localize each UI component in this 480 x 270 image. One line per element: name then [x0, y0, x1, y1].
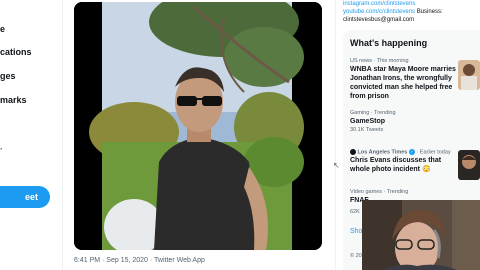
- trend-title: Chris Evans discusses that whole photo i…: [350, 157, 442, 174]
- trend-item[interactable]: Gaming · Trending GameStop 30.1K Tweets: [350, 110, 460, 134]
- webcam-overlay: [362, 200, 480, 270]
- news-source-logo-icon: [350, 149, 356, 155]
- trend-item[interactable]: Los Angeles Times ✓ · Earlier today Chri…: [350, 149, 460, 174]
- left-nav: e cations ges marks · eet: [0, 0, 62, 270]
- tweet-video[interactable]: [74, 2, 322, 250]
- profile-bio: instagram.com/clintstevens youtube.com/c…: [343, 0, 480, 24]
- trend-item[interactable]: US news · This morning WNBA star Maya Mo…: [350, 58, 460, 101]
- news-time: · Earlier today: [414, 149, 451, 156]
- trend-title: WNBA star Maya Moore marries Jonathan Ir…: [350, 66, 456, 100]
- trend-meta: Gaming · Trending: [350, 110, 396, 116]
- mouse-cursor-icon: ↖: [333, 161, 340, 170]
- whats-happening-header: What's happening: [350, 38, 428, 48]
- video-frame-image: [74, 2, 322, 250]
- trend-meta: US news · This morning: [350, 58, 409, 64]
- bio-email: clintstevesbus@gmail.com: [343, 17, 415, 23]
- trend-meta: Video games · Trending: [350, 189, 409, 195]
- nav-item-more-icon[interactable]: ·: [0, 144, 3, 154]
- nav-item-notifications[interactable]: cations: [0, 47, 32, 57]
- trend-thumbnail: [458, 150, 480, 180]
- nav-item-bookmarks[interactable]: marks: [0, 95, 27, 105]
- bio-line-youtube: youtube.com/c/clintstevens Business:: [343, 8, 480, 16]
- trend-title: GameStop: [350, 118, 386, 125]
- news-source-name: Los Angeles Times: [357, 149, 408, 156]
- trend-meta-row: Los Angeles Times ✓ · Earlier today: [350, 149, 460, 156]
- trend-count: 30.1K Tweets: [350, 127, 384, 133]
- tweet-timestamp[interactable]: 6:41 PM · Sep 15, 2020 · Twitter Web App: [74, 257, 205, 264]
- nav-item-home[interactable]: e: [0, 24, 5, 34]
- trend-thumbnail: [458, 60, 480, 90]
- nav-item-messages[interactable]: ges: [0, 71, 16, 81]
- footer-copyright: © 20: [350, 253, 362, 259]
- tweet-button[interactable]: eet: [0, 186, 50, 208]
- bio-business-label: Business:: [415, 9, 443, 15]
- bio-instagram-link[interactable]: instagram.com/clintstevens: [343, 0, 480, 8]
- bio-youtube-link[interactable]: youtube.com/c/clintstevens: [343, 9, 415, 15]
